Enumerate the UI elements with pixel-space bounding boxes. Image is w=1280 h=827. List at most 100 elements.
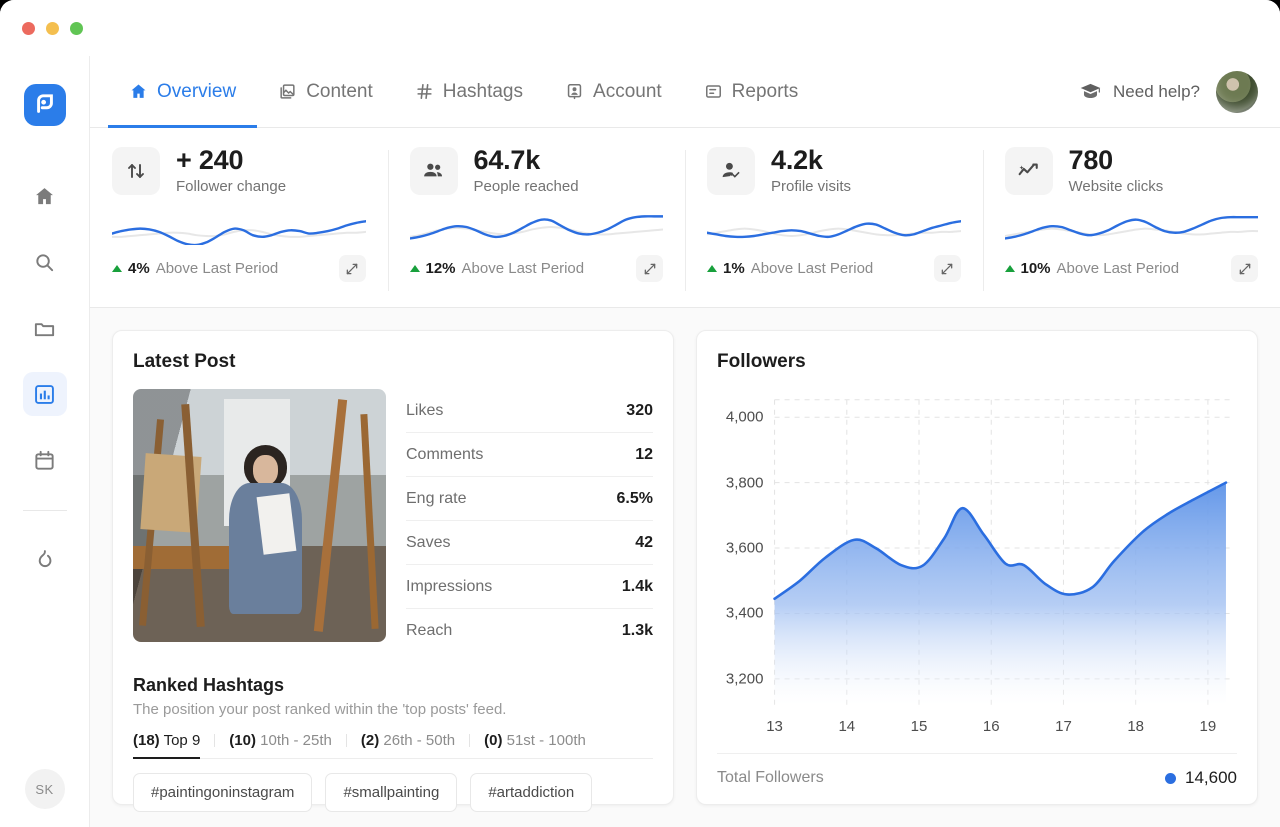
stat-delta-pct: 10% [1020,260,1051,278]
tab-label: Account [593,80,662,102]
rank-tab-26th-50th[interactable]: (2) 26th - 50th [347,732,469,758]
hashtag-chip[interactable]: #paintingoninstagram [133,773,313,812]
sidebar-divider [22,510,67,511]
image-stack-icon [280,84,295,99]
stat-card-people-reached: 64.7k People reached 12% Above Last Peri… [387,145,686,297]
stat-cards: + 240 Follower change 4% Above Last Peri… [90,128,1280,308]
stat-footer: 10% Above Last Period [1004,255,1258,283]
tab-account[interactable]: Account [544,56,683,127]
rank-count: (0) [484,732,503,749]
rank-count: (2) [360,732,380,749]
zoom-window-button[interactable] [70,21,83,35]
need-help-label: Need help? [1113,81,1200,101]
stat-label: Profile visits [771,178,852,196]
metric-value: 42 [635,533,653,551]
metric-row: Reach 1.3k [406,609,653,653]
expand-button[interactable] [1231,255,1258,283]
window-titlebar [0,0,1280,56]
rank-label: Top 9 [163,732,201,749]
folder-icon [34,322,55,336]
need-help-button[interactable]: Need help? [1079,80,1200,103]
total-followers-label: Total Followers [717,769,824,786]
rank-tab-10th-25th[interactable]: (10) 10th - 25th [215,732,346,758]
calendar-icon [35,450,54,470]
person-check-icon [707,146,755,195]
x-axis-tick-label: 19 [1199,717,1217,735]
post-metrics: Likes 320 Comments 12 Eng rate 6.5% Save… [406,389,653,653]
tab-reports[interactable]: Reports [683,56,820,127]
rank-tab-51st-100th[interactable]: (0) 51st - 100th [470,732,600,758]
tab-content[interactable]: Content [257,56,394,127]
rank-label: 26th - 50th [383,732,456,749]
metric-row: Comments 12 [406,433,653,477]
sidebar-item-folders[interactable] [23,306,67,350]
sidebar-item-analytics[interactable] [22,372,67,416]
metric-key: Impressions [406,577,493,595]
y-axis-tick-label: 3,400 [725,604,764,622]
expand-button[interactable] [636,255,663,283]
account-badge-icon [567,84,582,100]
sidebar-item-calendar[interactable] [23,438,67,482]
sparkline-follower-change [112,209,366,245]
trend-up-icon [409,265,420,273]
followers-area-chart[interactable]: 3,200 3,400 3,600 3,800 4,000 13 14 15 16 17 18 19 [717,383,1237,751]
followers-card: Followers 3,200 3,400 3,600 3,800 4,000 13 14 1… [696,330,1258,805]
stat-value: 780 [1068,145,1114,175]
expand-button[interactable] [933,255,961,283]
stat-header: + 240 Follower change [112,145,366,195]
app-window: SK Overview Content Hashtags Account Rep… [0,0,1280,827]
total-followers-value-group: 14,600 [1165,768,1237,788]
trend-up-icon [112,265,122,273]
stat-delta-pct: 12% [425,260,456,278]
sidebar-nav [22,174,67,581]
metric-key: Eng rate [406,489,467,507]
sidebar-item-trending[interactable] [23,537,67,581]
stat-card-profile-visits: 4.2k Profile visits 1% Above Last Period [685,145,983,297]
expand-button[interactable] [338,255,366,283]
stat-delta-text: Above Last Period [1056,260,1180,278]
stat-value: 64.7k [473,145,541,175]
rank-count: (18) [133,732,160,749]
x-axis-tick-label: 13 [766,717,783,735]
stat-label: Website clicks [1068,178,1164,196]
rank-label: 51st - 100th [506,732,586,749]
report-list-icon [705,85,721,98]
sidebar-footer: SK [0,769,89,809]
user-initials-avatar[interactable]: SK [24,769,65,809]
nav-tabs: Overview Content Hashtags Account Report… [90,56,820,128]
tab-overview[interactable]: Overview [108,56,258,128]
rank-tab-top-9[interactable]: (18) Top 9 [133,732,214,759]
metric-value: 6.5% [616,489,653,507]
main-area: Overview Content Hashtags Account Report… [90,56,1280,827]
rank-count: (10) [229,732,256,749]
metric-value: 320 [626,401,653,419]
search-icon [36,253,54,271]
stat-header: 780 Website clicks [1004,145,1259,196]
sidebar-item-search[interactable] [23,240,67,284]
tab-hashtags[interactable]: Hashtags [394,56,544,127]
metric-row: Eng rate 6.5% [406,477,653,521]
hashtag-chip[interactable]: #artaddiction [470,773,593,812]
expand-icon [941,263,953,274]
stat-card-website-clicks: 780 Website clicks 10% Above Last Period [982,145,1280,297]
x-axis-tick-label: 18 [1127,717,1145,735]
y-axis-tick-label: 3,800 [725,474,764,492]
ranked-hashtags-tabs: (18) Top 9 (10) 10th - 25th (2) 26th - 5… [133,732,653,759]
stat-delta-text: Above Last Period [750,260,874,278]
rank-label: 10th - 25th [260,732,332,749]
y-axis-tick-label: 3,200 [725,670,764,688]
minimize-window-button[interactable] [46,21,59,35]
metric-value: 1.4k [621,577,653,595]
metric-key: Reach [406,622,453,639]
x-axis-tick-label: 16 [982,717,1000,735]
tab-label: Reports [731,80,799,102]
ranked-hashtags-title: Ranked Hashtags [133,675,285,695]
sidebar-item-home[interactable] [23,174,67,218]
hashtag-chip[interactable]: #smallpainting [325,773,458,812]
tab-label: Hashtags [442,80,524,102]
latest-post-thumbnail[interactable] [133,389,386,642]
app-logo[interactable] [23,84,66,126]
home-icon [131,84,146,98]
user-avatar[interactable] [1216,70,1258,113]
close-window-button[interactable] [22,21,35,35]
